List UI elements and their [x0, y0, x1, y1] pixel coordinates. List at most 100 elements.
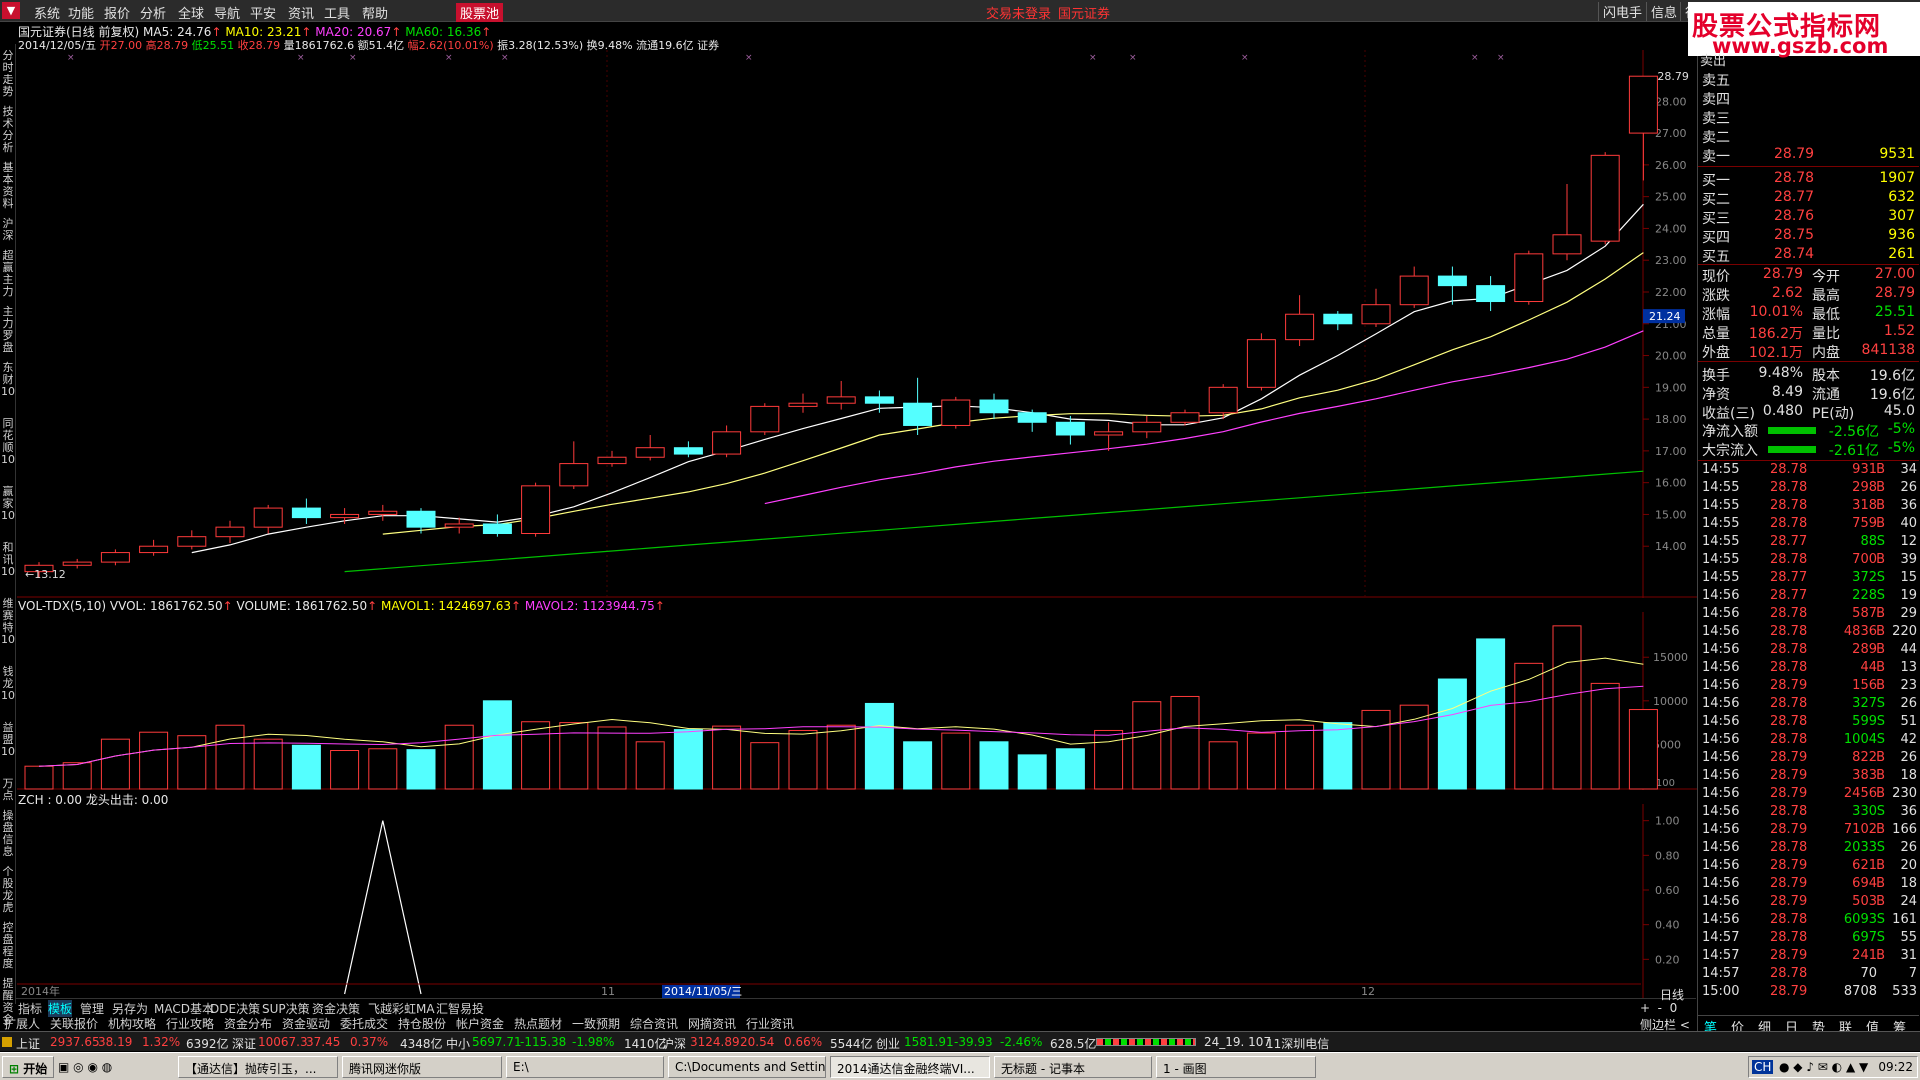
tick-price: 28.78: [1770, 930, 1808, 945]
trade-status[interactable]: 交易未登录: [986, 3, 1051, 22]
volume-bar-up: [1132, 701, 1162, 790]
bid-price: 28.77: [1774, 189, 1815, 205]
left-tab-8[interactable]: 赢家10: [1, 486, 15, 522]
tick-side: S: [1876, 714, 1885, 729]
zch-indicator-chart[interactable]: 1.00 0.80 0.60 0.40 0.20 2014年 11 2014/11/05/三 1…: [17, 804, 1697, 998]
volume-bar-up: [330, 750, 360, 790]
tick-row: 14:55 28.78 700 B 39: [1700, 552, 1919, 570]
menu-item-2[interactable]: 报价: [104, 3, 130, 22]
info-button[interactable]: 信息: [1646, 2, 1677, 21]
app-logo-icon: ▼: [2, 2, 20, 19]
tick-time: 14:57: [1702, 966, 1740, 981]
taskbar-window-3[interactable]: C:\Documents and Settin...: [668, 1056, 826, 1078]
left-tab-15[interactable]: 个股龙虎: [1, 866, 15, 914]
tick-row: 14:55 28.77 88 S 12: [1700, 534, 1919, 552]
menu-item-8[interactable]: 工具: [324, 3, 350, 22]
left-tab-5[interactable]: 主力罗盘: [1, 306, 15, 354]
tick-price: 28.79: [1770, 984, 1808, 999]
left-tab-0[interactable]: 分时走势: [1, 50, 15, 98]
status-server[interactable]: 24_19. 107: [1204, 1035, 1271, 1049]
info-tab-2[interactable]: 机构攻略: [108, 1015, 156, 1032]
candle-down: [1017, 412, 1047, 423]
menu-item-6[interactable]: 平安: [250, 3, 276, 22]
broker-name[interactable]: 国元证券: [1058, 3, 1110, 22]
info-tab-11[interactable]: 综合资讯: [630, 1015, 678, 1032]
ask-price: 28.79: [1774, 146, 1815, 162]
info-tab-0[interactable]: 扩展人: [4, 1015, 40, 1032]
tick-price: 28.78: [1770, 516, 1808, 531]
menu-item-9[interactable]: 帮助: [362, 3, 388, 22]
tick-row: 14:56 28.78 6093 S 161: [1700, 912, 1919, 930]
stat-row-3: 总量 186.2万 量比 1.52: [1700, 323, 1919, 342]
menu-item-0[interactable]: 系统: [34, 3, 60, 22]
left-tab-1[interactable]: 技术分析: [1, 106, 15, 154]
left-tab-4[interactable]: 超赢主力: [1, 250, 15, 298]
candle-up: [826, 396, 856, 404]
volume-bar-up: [1285, 724, 1315, 790]
tick-price: 28.79: [1770, 768, 1808, 783]
menu-item-7[interactable]: 资讯: [288, 3, 314, 22]
price-tick-label: 17.00: [1655, 445, 1687, 458]
candle-up: [1628, 75, 1658, 134]
tray-icons[interactable]: ● ◆ ♪ ✉ ◐ ▲ ▼: [1779, 1060, 1868, 1074]
info-tab-5[interactable]: 资金驱动: [282, 1015, 330, 1032]
flow-label: 大宗流入: [1702, 443, 1758, 459]
flow-value: -2.56亿: [1828, 424, 1879, 440]
left-tab-13[interactable]: 万点: [1, 778, 15, 802]
left-tab-16[interactable]: 控盘程度: [1, 922, 15, 970]
volume-bar-down: [482, 700, 512, 790]
tick-time: 14:56: [1702, 876, 1740, 891]
left-tab-11[interactable]: 钱龙10: [1, 666, 15, 702]
left-tab-10[interactable]: 维赛特10: [1, 598, 15, 646]
menu-item-1[interactable]: 功能: [68, 3, 94, 22]
left-tab-7[interactable]: 同花顺10: [1, 418, 15, 466]
info-tab-1[interactable]: 关联报价: [50, 1015, 98, 1032]
menu-item-3[interactable]: 分析: [140, 3, 166, 22]
start-button[interactable]: ⊞ 开始: [2, 1056, 54, 1078]
left-tab-3[interactable]: 沪深: [1, 218, 15, 242]
info-tab-9[interactable]: 热点题材: [514, 1015, 562, 1032]
stat-row-7: 收益(三) 0.480 PE(动) 45.0: [1700, 403, 1919, 422]
quick-launch-icons[interactable]: ▣ ◎ ◉ ◍: [58, 1060, 112, 1074]
taskbar-window-0[interactable]: 【通达信】抛砖引玉，...: [178, 1056, 338, 1078]
info-tab-6[interactable]: 委托成交: [340, 1015, 388, 1032]
language-indicator[interactable]: CH: [1752, 1060, 1774, 1074]
chart-zoom-controls[interactable]: + - 0: [1640, 1001, 1677, 1015]
info-tab-10[interactable]: 一致预期: [572, 1015, 620, 1032]
info-tab-8[interactable]: 帐户资金: [456, 1015, 504, 1032]
taskbar-window-1[interactable]: 腾讯网迷你版: [342, 1056, 502, 1078]
left-tab-9[interactable]: 和讯10: [1, 542, 15, 578]
left-tab-14[interactable]: 操盘信息: [1, 810, 15, 858]
info-tab-7[interactable]: 持仓股份: [398, 1015, 446, 1032]
info-tab-13[interactable]: 行业资讯: [746, 1015, 794, 1032]
left-tab-2[interactable]: 基本资料: [1, 162, 15, 210]
taskbar-window-2[interactable]: E:\: [506, 1056, 664, 1078]
volume-chart[interactable]: 15000100005000X100: [17, 612, 1697, 790]
volume-bar-down: [406, 749, 436, 790]
stat-value: 1.52: [1883, 323, 1915, 339]
candle-up: [215, 526, 245, 538]
status-hs-amt: 5544亿: [830, 1037, 873, 1051]
status-line[interactable]: 11深圳电信: [1266, 1035, 1329, 1052]
quote-divider: [1698, 166, 1919, 167]
candlestick-chart[interactable]: 28.0027.0026.0025.0024.0023.0022.0021.00…: [17, 50, 1697, 598]
system-tray: CH ● ◆ ♪ ✉ ◐ ▲ ▼ 09:22: [1748, 1056, 1918, 1078]
menu-item-4[interactable]: 全球: [178, 3, 204, 22]
taskbar-window-4[interactable]: 2014通达信金融终端VI...: [830, 1056, 990, 1078]
info-tab-4[interactable]: 资金分布: [224, 1015, 272, 1032]
taskbar-window-5[interactable]: 无标题 - 记事本: [994, 1056, 1152, 1078]
info-tab-3[interactable]: 行业攻略: [166, 1015, 214, 1032]
left-tab-6[interactable]: 东财10: [1, 362, 15, 398]
candle-down: [291, 507, 321, 519]
tick-side: S: [1876, 534, 1885, 549]
menu-item-5[interactable]: 导航: [214, 3, 240, 22]
left-tab-12[interactable]: 益盟10: [1, 722, 15, 758]
tick-count: 51: [1900, 714, 1917, 729]
info-tab-12[interactable]: 网摘资讯: [688, 1015, 736, 1032]
menu-item-stock-pool[interactable]: 股票池: [456, 3, 504, 22]
tick-side: B: [1876, 642, 1885, 657]
tick-count: 34: [1900, 462, 1917, 477]
status-cy-chg: -39.93: [954, 1035, 993, 1049]
flash-trade-button[interactable]: 闪电手: [1598, 2, 1642, 21]
taskbar-window-6[interactable]: 1 - 画图: [1156, 1056, 1316, 1078]
